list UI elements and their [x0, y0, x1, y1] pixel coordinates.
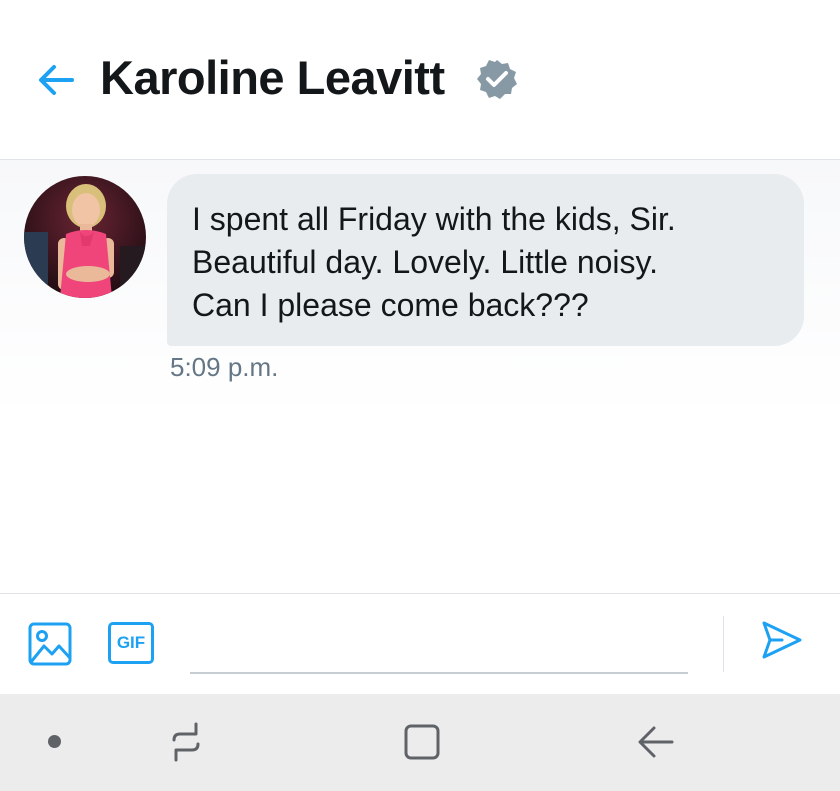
home-icon[interactable] [402, 722, 442, 762]
dot-icon[interactable] [48, 735, 61, 748]
image-icon[interactable] [28, 622, 72, 666]
system-navigation-bar [0, 694, 840, 791]
message-composer: GIF [0, 593, 840, 695]
message-text-line: Can I please come back??? [192, 287, 589, 323]
message-timestamp: 5:09 p.m. [170, 352, 279, 382]
message-input[interactable] [190, 610, 688, 674]
gif-button[interactable]: GIF [108, 622, 154, 664]
back-icon[interactable] [636, 720, 676, 764]
conversation-header: Karoline Leavitt [0, 0, 840, 160]
verified-badge-icon [476, 58, 518, 100]
message-thread[interactable]: I spent all Friday with the kids, Sir. B… [0, 160, 840, 592]
message-bubble[interactable]: I spent all Friday with the kids, Sir. B… [167, 174, 804, 346]
recents-icon[interactable] [166, 720, 206, 764]
contact-name[interactable]: Karoline Leavitt [100, 50, 445, 105]
send-icon[interactable] [760, 618, 804, 662]
message-text-line: Beautiful day. Lovely. Little noisy. [192, 244, 659, 280]
contact-avatar[interactable] [24, 176, 146, 298]
composer-divider [723, 616, 724, 672]
back-arrow-icon[interactable] [36, 60, 78, 100]
message-text-line: I spent all Friday with the kids, Sir. [192, 201, 676, 237]
dm-conversation-screen: Karoline Leavitt I spent all Friday with… [0, 0, 840, 791]
